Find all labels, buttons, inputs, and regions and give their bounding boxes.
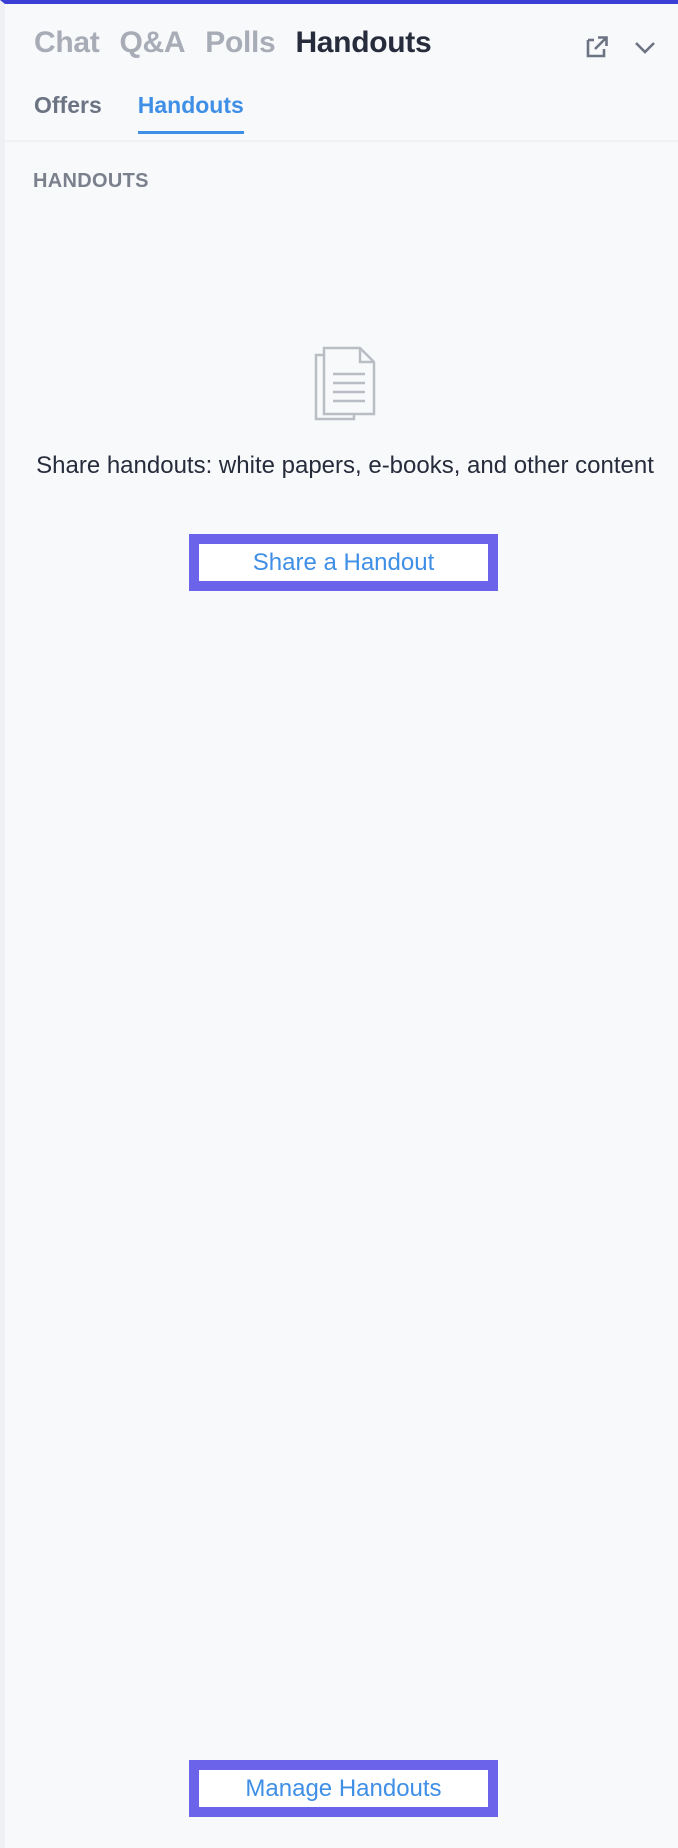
empty-state-message: Share handouts: white papers, e-books, a… xyxy=(36,452,654,479)
manage-handouts-button[interactable]: Manage Handouts xyxy=(189,1760,498,1817)
main-tabs: Chat Q&A Polls Handouts xyxy=(34,26,432,60)
tab-qa[interactable]: Q&A xyxy=(119,26,185,60)
subtab-offers[interactable]: Offers xyxy=(34,92,102,134)
document-icon xyxy=(314,346,376,421)
share-handout-button[interactable]: Share a Handout xyxy=(189,534,498,591)
sub-tabs: Offers Handouts xyxy=(34,92,244,134)
popout-icon[interactable] xyxy=(584,34,610,60)
chevron-down-icon[interactable] xyxy=(632,34,658,60)
section-title: HANDOUTS xyxy=(33,170,149,192)
header-actions xyxy=(584,34,658,60)
subtab-handouts[interactable]: Handouts xyxy=(137,92,244,134)
divider xyxy=(5,140,678,142)
handouts-panel: Chat Q&A Polls Handouts Offers Handouts … xyxy=(0,0,678,1848)
tab-polls[interactable]: Polls xyxy=(205,26,276,60)
tab-handouts[interactable]: Handouts xyxy=(295,26,431,60)
tab-chat[interactable]: Chat xyxy=(34,26,100,60)
